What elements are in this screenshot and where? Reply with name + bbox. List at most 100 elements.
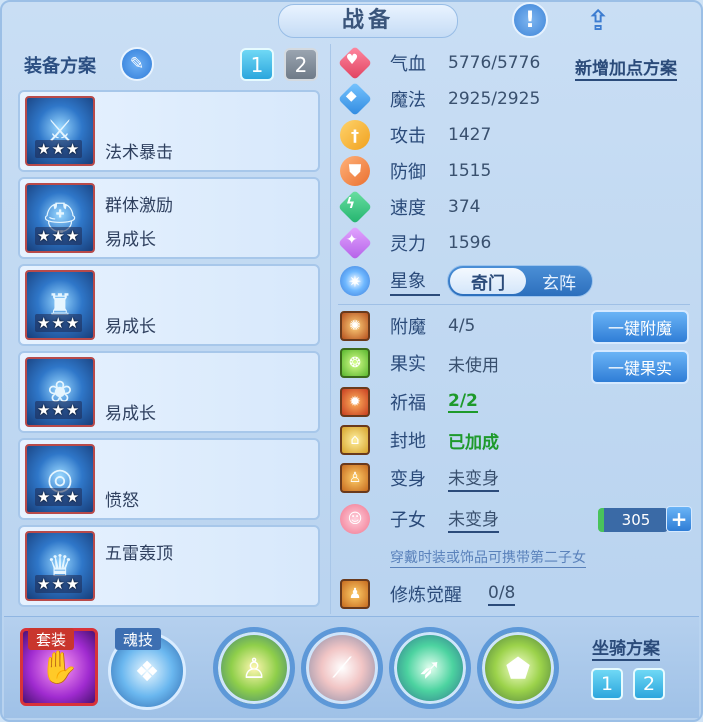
fruit-value: 未使用	[448, 355, 499, 376]
row-fief: ⌂ 封地 已加成	[340, 425, 499, 455]
skill-orb-1[interactable]: ♙	[213, 627, 295, 709]
blessing-icon: ✹	[340, 387, 370, 417]
equip-card-3[interactable]: ♜ ★★★ 易成长	[18, 264, 320, 346]
row-blessing: ✹ 祈福 2/2	[340, 387, 478, 417]
skill-orb-3[interactable]: ➶	[389, 627, 471, 709]
equip-effect: 五雷轰顶	[105, 544, 173, 564]
star-sign-toggle[interactable]: 奇门 玄阵	[447, 265, 593, 297]
add-point-plan-link[interactable]: 新增加点方案	[575, 54, 677, 81]
star-sign-icon: ✷	[340, 266, 370, 296]
star-rating: ★★★	[35, 140, 83, 158]
edit-scheme-button[interactable]: ✎	[120, 47, 154, 81]
stat-label: 攻击	[390, 126, 426, 147]
stat-row-star: ✷ 星象	[340, 266, 440, 296]
stat-label: 魔法	[390, 90, 426, 111]
equip-effect: 易成长	[105, 230, 156, 250]
star-rating: ★★★	[35, 401, 83, 419]
column-divider	[330, 44, 331, 614]
stat-value: 374	[448, 197, 481, 217]
equip-card-1[interactable]: ⚔ ★★★ 法术暴击	[18, 90, 320, 172]
add-child-button[interactable]: +	[666, 506, 692, 532]
belt-icon: ◎ ★★★	[25, 444, 95, 514]
exclamation-icon[interactable]: !	[512, 2, 548, 38]
spirit-icon: ✦	[338, 226, 372, 260]
defense-icon: ⛊	[340, 156, 370, 186]
stat-row-defense: ⛊ 防御 1515	[340, 156, 491, 186]
second-child-hint[interactable]: 穿戴时装或饰品可携带第二子女	[390, 547, 586, 568]
equip-card-6[interactable]: ♛ ★★★ 五雷轰顶	[18, 525, 320, 607]
heart-icon: ♥	[338, 46, 372, 80]
fruit-label: 果实	[390, 354, 426, 375]
speed-icon: ϟ	[338, 190, 372, 224]
mount-tab-2[interactable]: 2	[633, 668, 665, 700]
equip-card-2[interactable]: ⛑ ★★★ 群体激励 易成长	[18, 177, 320, 259]
equip-effect: 易成长	[105, 404, 156, 424]
necklace-icon: ❀ ★★★	[25, 357, 95, 427]
stat-value: 2925/2925	[448, 89, 541, 109]
skill-orb-2[interactable]: ⟋	[301, 627, 383, 709]
equip-effect: 愤怒	[105, 491, 139, 511]
stat-row-mp: ◆ 魔法 2925/2925	[338, 82, 541, 116]
fruit-icon: ❂	[340, 348, 370, 378]
cultivation-value[interactable]: 0/8	[488, 583, 516, 606]
mount-scheme-label[interactable]: 坐骑方案	[592, 634, 660, 661]
enchant-icon: ✺	[340, 311, 370, 341]
stat-value: 1515	[448, 161, 492, 181]
row-enchant: ✺ 附魔 4/5	[340, 311, 475, 341]
soul-tag: 魂技	[115, 628, 162, 650]
stat-label: 气血	[390, 54, 426, 75]
equip-card-5[interactable]: ◎ ★★★ 愤怒	[18, 438, 320, 520]
stat-value: 1596	[448, 233, 492, 253]
scheme-tab-2[interactable]: 2	[284, 48, 318, 81]
blessing-label: 祈福	[390, 393, 426, 414]
transform-icon: ♙	[340, 463, 370, 493]
child-icon: ☺	[340, 504, 370, 534]
blessing-value[interactable]: 2/2	[448, 391, 478, 413]
cultivation-label: 修炼觉醒	[390, 585, 462, 606]
helmet-icon: ⛑ ★★★	[25, 183, 95, 253]
star-sign-label[interactable]: 星象	[390, 267, 440, 296]
stat-label: 速度	[390, 198, 426, 219]
toggle-option-qimen[interactable]: 奇门	[450, 268, 526, 294]
one-key-enchant-button[interactable]: 一键附魔	[591, 310, 689, 344]
star-rating: ★★★	[35, 575, 83, 593]
blade-icon: ⟋	[332, 651, 352, 684]
fief-value: 已加成	[448, 432, 499, 453]
row-cultivation: ♟ 修炼觉醒 0/8	[340, 579, 516, 609]
equip-effect: 易成长	[105, 317, 156, 337]
star-rating: ★★★	[35, 488, 83, 506]
mount-tab-1[interactable]: 1	[591, 668, 623, 700]
toggle-option-xuanzhen[interactable]: 玄阵	[528, 268, 590, 294]
figure-icon: ♙	[241, 651, 267, 685]
scheme-tab-1[interactable]: 1	[240, 48, 274, 81]
stat-row-hp: ♥ 气血 5776/5776	[338, 46, 541, 80]
one-key-fruit-button[interactable]: 一键果实	[591, 350, 689, 384]
star-rating: ★★★	[35, 314, 83, 332]
stat-label: 防御	[390, 162, 426, 183]
equip-effect: 法术暴击	[105, 143, 173, 163]
transform-label: 变身	[390, 469, 426, 490]
weapon-icon: ⚔ ★★★	[25, 96, 95, 166]
skill-orb-4[interactable]: ⬟	[477, 627, 559, 709]
row-child: ☺ 子女 未变身	[340, 504, 499, 534]
equip-scheme-label: 装备方案	[24, 56, 96, 77]
hand-icon: ✋	[39, 648, 79, 686]
armor-icon: ♜ ★★★	[25, 270, 95, 340]
pencil-icon: ✎	[129, 54, 145, 74]
stat-row-attack: † 攻击 1427	[340, 120, 491, 150]
equip-card-4[interactable]: ❀ ★★★ 易成长	[18, 351, 320, 433]
enchant-label: 附魔	[390, 317, 426, 338]
stat-value: 5776/5776	[448, 53, 541, 73]
row-fruit: ❂ 果实 未使用	[340, 348, 499, 378]
dragon-icon: ❖	[134, 654, 160, 688]
stat-label: 灵力	[390, 234, 426, 255]
enchant-value: 4/5	[448, 316, 476, 336]
fief-icon: ⌂	[340, 425, 370, 455]
child-progress-bar: 305	[598, 508, 668, 532]
fief-label: 封地	[390, 431, 426, 452]
wind-icon: ➶	[418, 651, 442, 685]
share-icon[interactable]: ⇪	[580, 2, 616, 38]
transform-value[interactable]: 未变身	[448, 464, 499, 492]
child-value[interactable]: 未变身	[448, 505, 499, 533]
cultivation-icon: ♟	[340, 579, 370, 609]
